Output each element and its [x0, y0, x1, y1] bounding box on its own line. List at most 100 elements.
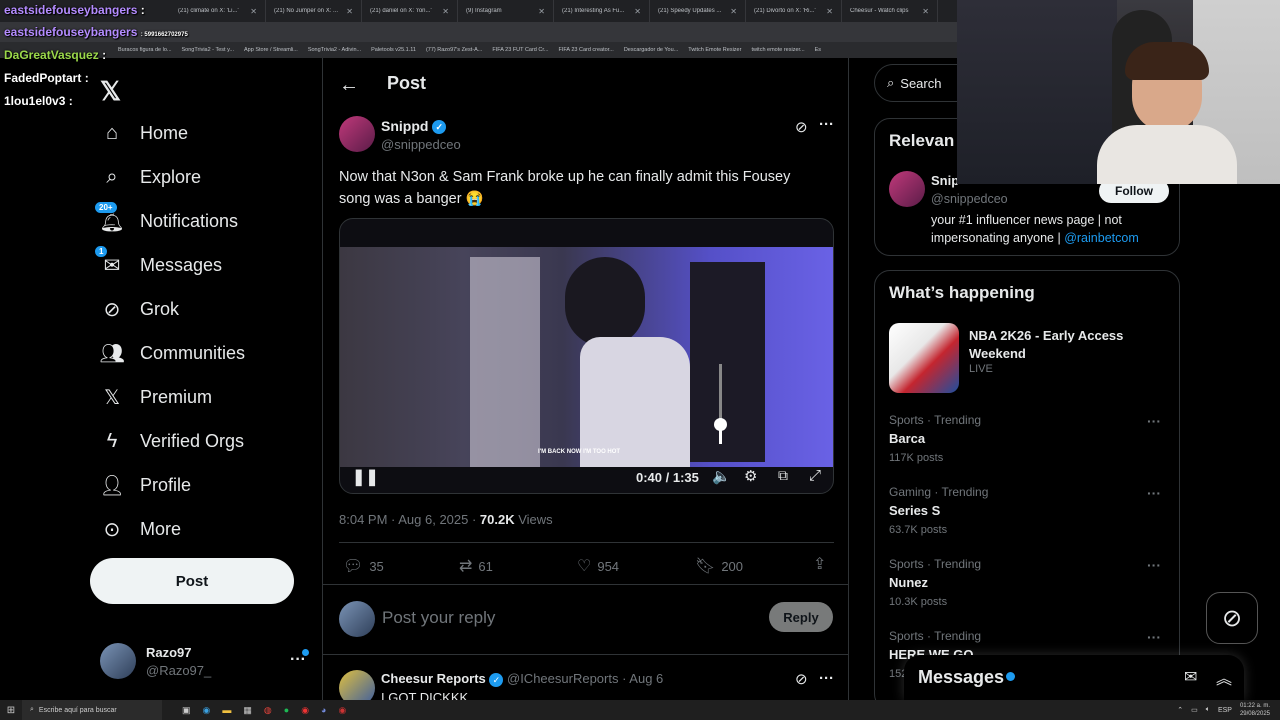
grok-floating-button[interactable]: ⊘ — [1206, 592, 1258, 644]
reply-stat[interactable]: 💬︎ 35 — [343, 556, 384, 576]
bookmark-item[interactable]: SongTrivia2 - Test y... — [182, 47, 234, 53]
volume-icon[interactable]: 🔈 — [712, 467, 731, 485]
bookmark-item[interactable]: Descargador de You... — [624, 47, 678, 53]
reply-author-avatar[interactable] — [339, 670, 375, 700]
app-icon[interactable]: ◉ — [301, 705, 309, 716]
browser-tab[interactable]: (9) Instagram ✕ — [458, 0, 554, 22]
nav-item-notifications[interactable]: 🔔︎ 20+ Notifications — [94, 201, 238, 233]
discord-icon[interactable]: ◕ — [321, 705, 326, 716]
bookmark-item[interactable]: Paletools v25.1.11 — [371, 47, 416, 53]
tray-chevron-icon[interactable]: ⌃ — [1177, 706, 1183, 714]
speaker-icon[interactable]: 🔈︎ — [1206, 706, 1210, 714]
post-timestamp[interactable]: 8:04 PM · Aug 6, 2025 · — [339, 512, 480, 527]
reply-author-name[interactable]: Cheesur Reports — [381, 671, 486, 686]
more-options-icon[interactable]: ··· — [819, 116, 834, 133]
featured-title[interactable]: NBA 2K26 - Early Access Weekend — [969, 327, 1123, 363]
reply-author-row[interactable]: Cheesur Reports ✓ @ICheesurReports · Aug… — [381, 671, 663, 687]
author-name[interactable]: Snippd — [381, 118, 428, 134]
trend-item[interactable]: Sports · Trending Nunez 10.3K posts ··· — [889, 557, 1169, 608]
browser-tab[interactable]: (21) daniel on X: 'ron...' ✕ — [362, 0, 458, 22]
back-arrow-icon[interactable]: ← — [339, 74, 359, 97]
task-view-icon[interactable]: ▣ — [182, 705, 191, 716]
trend-item[interactable]: Sports · Trending Barca 117K posts ··· — [889, 413, 1169, 464]
chrome-icon[interactable]: ◍ — [264, 705, 272, 716]
bookmark-item[interactable]: (77) Razo97's Zest-A... — [426, 47, 482, 53]
nav-item-grok[interactable]: ⊘ Grok — [100, 297, 179, 321]
featured-thumbnail[interactable] — [889, 323, 959, 393]
nav-item-more[interactable]: ⊙ More — [100, 517, 181, 541]
author-handle[interactable]: @snippedceo — [381, 137, 461, 152]
relevant-avatar[interactable] — [889, 171, 925, 207]
close-tab-icon[interactable]: ✕ — [442, 7, 449, 16]
bookmark-item[interactable]: Es — [815, 47, 821, 53]
repost-stat[interactable]: ⇄ 61 — [459, 556, 493, 576]
share-icon[interactable]: ⇪ — [813, 554, 826, 574]
pause-icon[interactable]: ❚❚ — [352, 467, 379, 487]
nav-item-explore[interactable]: ⌕ Explore — [100, 165, 201, 189]
settings-gear-icon[interactable]: ⚙ — [744, 467, 757, 485]
spotify-icon[interactable]: ● — [284, 705, 289, 716]
bookmark-item[interactable]: Buracos figura de lo... — [118, 47, 172, 53]
nav-item-messages[interactable]: ✉ 1 Messages — [94, 245, 222, 277]
file-explorer-icon[interactable]: ▬ — [222, 705, 231, 716]
x-logo-icon[interactable]: 𝕏 — [100, 76, 121, 107]
browser-tab[interactable]: (21) Interesting As Fu... ✕ — [554, 0, 650, 22]
grok-icon[interactable]: ⊘ — [795, 118, 808, 136]
close-tab-icon[interactable]: ✕ — [250, 7, 257, 16]
network-icon[interactable]: ▭ — [1191, 706, 1198, 714]
bookmark-item[interactable]: App Store / Streamli... — [244, 47, 298, 53]
nav-item-verified-orgs[interactable]: ϟ Verified Orgs — [100, 429, 244, 453]
close-tab-icon[interactable]: ✕ — [826, 7, 833, 16]
volume-slider-knob[interactable] — [714, 418, 727, 431]
new-message-icon[interactable]: ✉ — [1184, 667, 1197, 687]
close-tab-icon[interactable]: ✕ — [922, 7, 929, 16]
trend-more-icon[interactable]: ··· — [1147, 485, 1161, 501]
browser-tab[interactable]: Cheesur - Watch clips ✕ — [842, 0, 938, 22]
messages-drawer[interactable]: Messages ✉ ︽ — [904, 655, 1244, 700]
close-tab-icon[interactable]: ✕ — [730, 7, 737, 16]
relevant-name[interactable]: Snip — [931, 173, 959, 188]
bookmark-item[interactable]: twitch emote resizer... — [751, 47, 804, 53]
browser-tab[interactable]: (21) Divorto on X: 'Ri...' ✕ — [746, 0, 842, 22]
reply-input[interactable]: Post your reply — [382, 608, 495, 628]
browser-tab[interactable]: (21) Speedy Updates ... ✕ — [650, 0, 746, 22]
trend-item[interactable]: Gaming · Trending Series S 63.7K posts ··· — [889, 485, 1169, 536]
nav-item-communities[interactable]: 👥︎ Communities — [99, 341, 245, 365]
store-icon[interactable]: ▦ — [243, 705, 252, 716]
language-indicator[interactable]: ESP — [1218, 707, 1232, 714]
post-button[interactable]: Post — [90, 558, 294, 604]
windows-start-icon[interactable]: ⊞ — [0, 705, 22, 716]
reply-button[interactable]: Reply — [769, 602, 833, 632]
app-icon[interactable]: ◉ — [338, 705, 346, 716]
post-metadata: 8:04 PM · Aug 6, 2025 · 70.2K Views — [339, 512, 553, 527]
bio-link[interactable]: @rainbetcom — [1064, 231, 1139, 245]
nav-item-profile[interactable]: 👤︎ Profile — [99, 473, 191, 497]
nav-item-home[interactable]: ⌂ Home — [100, 121, 188, 145]
close-tab-icon[interactable]: ✕ — [538, 7, 545, 16]
more-options-icon[interactable]: ··· — [819, 670, 834, 687]
taskbar-search[interactable]: ⌕ Escribe aquí para buscar — [22, 700, 162, 720]
picture-in-picture-icon[interactable]: ⧉ — [778, 467, 788, 484]
bookmark-item[interactable]: FIFA 23 FUT Card Cr... — [492, 47, 548, 53]
fullscreen-icon[interactable]: ⤢ — [809, 467, 821, 484]
edge-icon[interactable]: ◉ — [203, 705, 211, 716]
bookmark-item[interactable]: Twitch Emote Resizer — [688, 47, 741, 53]
browser-tab[interactable]: (21) climate on X: 'Li...' ✕ — [170, 0, 266, 22]
like-stat[interactable]: ♡ 954 — [577, 556, 619, 576]
trend-more-icon[interactable]: ··· — [1147, 413, 1161, 429]
close-tab-icon[interactable]: ✕ — [346, 7, 353, 16]
trend-more-icon[interactable]: ··· — [1147, 629, 1161, 645]
expand-chevron-icon[interactable]: ︽ — [1216, 665, 1232, 689]
nav-item-premium[interactable]: 𝕏 Premium — [100, 385, 212, 409]
clock[interactable]: 01:22 a. m. 29/08/2025 — [1240, 702, 1270, 718]
author-name-row[interactable]: Snippd ✓ — [381, 118, 447, 135]
bookmark-stat[interactable]: 🔖︎ 200 — [695, 556, 743, 576]
close-tab-icon[interactable]: ✕ — [634, 7, 641, 16]
bookmark-item[interactable]: SongTrivia2 - Adivin... — [308, 47, 361, 53]
author-avatar[interactable] — [339, 116, 375, 152]
trend-more-icon[interactable]: ··· — [1147, 557, 1161, 573]
browser-tab[interactable]: (21) No Jumper on X: ... ✕ — [266, 0, 362, 22]
bookmark-item[interactable]: FIFA 23 Card creator... — [558, 47, 613, 53]
video-player[interactable]: I'M BACK NOW I'M TOO HOT ❚❚ 0:40 / 1:35 … — [339, 218, 834, 494]
grok-icon[interactable]: ⊘ — [795, 670, 808, 688]
